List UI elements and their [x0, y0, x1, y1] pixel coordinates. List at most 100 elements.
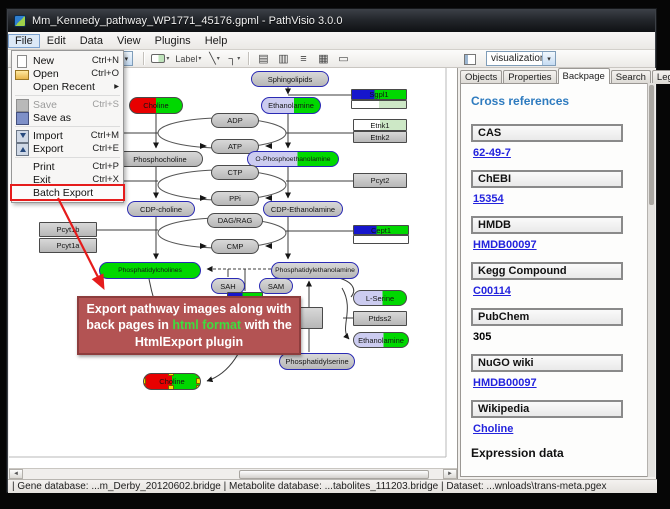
pathway-node-ctp[interactable]: CTP [211, 165, 259, 180]
menu-item-import[interactable]: Import Ctrl+M [12, 129, 123, 142]
scroll-right-arrow-icon[interactable]: ► [443, 469, 457, 479]
pathway-node-phosphatidylserine[interactable]: Phosphatidylserine [279, 353, 355, 370]
align-vertical-center-button[interactable]: ▥ [273, 51, 293, 67]
pathway-node-ethanolamine-low[interactable]: Ethanolamine [353, 332, 409, 348]
stack-horizontal-icon: ▦ [318, 54, 328, 64]
tab-properties[interactable]: Properties [503, 70, 556, 84]
reference-link[interactable]: Choline [473, 423, 513, 435]
toolbar-separator [248, 52, 249, 65]
connector-dropdown-arrow-icon[interactable]: ▾ [237, 55, 240, 62]
menu-file[interactable]: File [8, 34, 40, 48]
pathway-node-ptdss2[interactable]: Ptdss2 [353, 311, 407, 326]
menu-view[interactable]: View [110, 34, 148, 48]
annotation-callout: Export pathway images along with back pa… [77, 296, 301, 355]
pathway-node-pcyt2[interactable]: Pcyt2 [353, 173, 407, 188]
callout-highlight: html format [172, 318, 241, 332]
side-panel-tabs: Objects Properties Backpage Search Legen… [460, 68, 670, 84]
reference-link[interactable]: C00114 [473, 285, 511, 297]
pathway-node-l-serine[interactable]: L-Serine [353, 290, 407, 306]
pathway-node-adp[interactable]: ADP [211, 113, 259, 128]
toolbar-separator [143, 52, 144, 65]
menu-item-open[interactable]: Open Ctrl+O [12, 67, 123, 80]
menu-item-save-as[interactable]: Save as [12, 111, 123, 124]
pathway-node-choline-top[interactable]: Choline [129, 97, 183, 114]
visualization-combobox[interactable]: visualization ▾ [486, 51, 556, 66]
pathway-node-phosphocholine[interactable]: Phosphocholine [117, 151, 203, 167]
menu-item-exit[interactable]: Exit Ctrl+X [12, 173, 123, 186]
align-horizontal-center-icon: ▤ [258, 54, 268, 64]
label-dropdown-arrow-icon[interactable]: ▾ [198, 55, 201, 62]
pathway-node-sgpl1-row2[interactable] [351, 100, 407, 109]
datanode-dropdown-arrow-icon[interactable]: ▾ [166, 55, 169, 62]
status-bar: | Gene database: ...m_Derby_20120602.bri… [8, 479, 657, 493]
menu-item-open-recent[interactable]: Open Recent ▸ [12, 80, 123, 93]
menu-item-export[interactable]: Export Ctrl+E [12, 142, 123, 155]
sidebar-toggle-button[interactable] [460, 51, 480, 67]
tab-objects[interactable]: Objects [460, 70, 502, 84]
menu-item-print[interactable]: Print Ctrl+P [12, 160, 123, 173]
pathway-node-o-phosphoethanolamine[interactable]: O-Phosphoethanolamine [247, 151, 339, 167]
menu-item-new[interactable]: New Ctrl+N [12, 54, 123, 67]
sidebar-toggle-icon [464, 54, 476, 65]
align-horizontal-center-button[interactable]: ▤ [253, 51, 273, 67]
selection-handle[interactable] [168, 373, 174, 376]
stack-horizontal-button[interactable]: ▦ [313, 51, 333, 67]
panel-scrollbar-thumb[interactable] [649, 85, 654, 205]
reference-link[interactable]: 62-49-7 [473, 147, 511, 159]
pathvisio-window: Mm_Kennedy_pathway_WP1771_45176.gpml - P… [7, 9, 656, 492]
visualization-dropdown-arrow-icon[interactable]: ▾ [542, 52, 555, 65]
tab-legend[interactable]: Legend [652, 70, 670, 84]
reference-title: CAS [471, 124, 623, 142]
selection-handle[interactable] [196, 378, 201, 384]
status-text: | Gene database: ...m_Derby_20120602.bri… [12, 481, 606, 492]
line-dropdown-arrow-icon[interactable]: ▾ [217, 55, 220, 62]
menu-item-batch-export[interactable]: Batch Export [12, 186, 123, 199]
reference-title: NuGO wiki [471, 354, 623, 372]
pathway-node-choline-selected[interactable]: Choline [143, 373, 201, 390]
canvas-horizontal-scrollbar[interactable]: ◄ ► [9, 468, 457, 479]
panel-scrollbar[interactable] [647, 83, 655, 477]
scroll-left-arrow-icon[interactable]: ◄ [9, 469, 23, 479]
pathway-node-phosphatidylethanolamine[interactable]: Phosphatidylethanolamine [271, 262, 359, 279]
selection-handle[interactable] [143, 378, 146, 384]
pathway-node-dag[interactable]: DAG/RAG [207, 213, 263, 228]
pathway-node-sgpl1[interactable]: Sgpl1 [351, 89, 407, 100]
selection-handle[interactable] [168, 385, 174, 390]
tab-backpage[interactable]: Backpage [558, 68, 610, 84]
pathway-node-cdp-ethanolamine[interactable]: CDP-Ethanolamine [263, 201, 343, 217]
backpage-content: Cross references CAS 62-49-7 ChEBI 15354… [460, 83, 655, 477]
menu-plugins[interactable]: Plugins [148, 34, 198, 48]
line-tool-button[interactable]: ╲ ▾ [204, 51, 224, 67]
pathway-node-etnk2[interactable]: Etnk2 [353, 131, 407, 143]
stack-vertical-button[interactable]: ≡ [293, 51, 313, 67]
pathway-node-ethanolamine-top[interactable]: Ethanolamine [261, 97, 321, 114]
pathway-node-phosphatidylcholines[interactable]: Phosphatidylcholines [99, 262, 201, 279]
pathway-node-cept1[interactable]: Cept1 [353, 225, 409, 235]
pathway-node-pcyt1b[interactable]: Pcyt1b [39, 222, 97, 237]
reference-link[interactable]: HMDB00097 [473, 239, 537, 251]
reference-link[interactable]: 15354 [473, 193, 504, 205]
pathway-node-cmp[interactable]: CMP [211, 239, 259, 254]
reference-section: HMDB HMDB00097 [471, 216, 654, 253]
menu-help[interactable]: Help [198, 34, 235, 48]
pathway-node-cept1-row2[interactable] [353, 235, 409, 244]
connector-tool-button[interactable]: ┐ ▾ [224, 51, 244, 67]
horizontal-scrollbar-thumb[interactable] [239, 470, 429, 479]
tab-search[interactable]: Search [611, 70, 651, 84]
title-bar[interactable]: Mm_Kennedy_pathway_WP1771_45176.gpml - P… [8, 10, 655, 32]
menu-item-save[interactable]: Save Ctrl+S [12, 98, 123, 111]
new-label-button[interactable]: Label ▾ [172, 51, 204, 67]
selection-handle[interactable] [143, 373, 146, 376]
pathway-node-etnk1[interactable]: Etnk1 [353, 119, 407, 131]
menu-data[interactable]: Data [73, 34, 110, 48]
common-size-button[interactable]: ▭ [333, 51, 353, 67]
pathway-node-cdp-choline[interactable]: CDP-choline [127, 201, 195, 217]
pathway-node-sphingolipids[interactable]: Sphingolipids [251, 71, 329, 87]
pathway-node-sam[interactable]: SAM [259, 278, 293, 294]
new-datanode-button[interactable]: ▾ [148, 51, 172, 67]
menu-edit[interactable]: Edit [40, 34, 73, 48]
pathway-node-pcyt1a[interactable]: Pcyt1a [39, 238, 97, 253]
connector-tool-icon: ┐ [229, 54, 237, 64]
pathway-node-ppi[interactable]: PPi [211, 191, 259, 206]
reference-link[interactable]: HMDB00097 [473, 377, 537, 389]
